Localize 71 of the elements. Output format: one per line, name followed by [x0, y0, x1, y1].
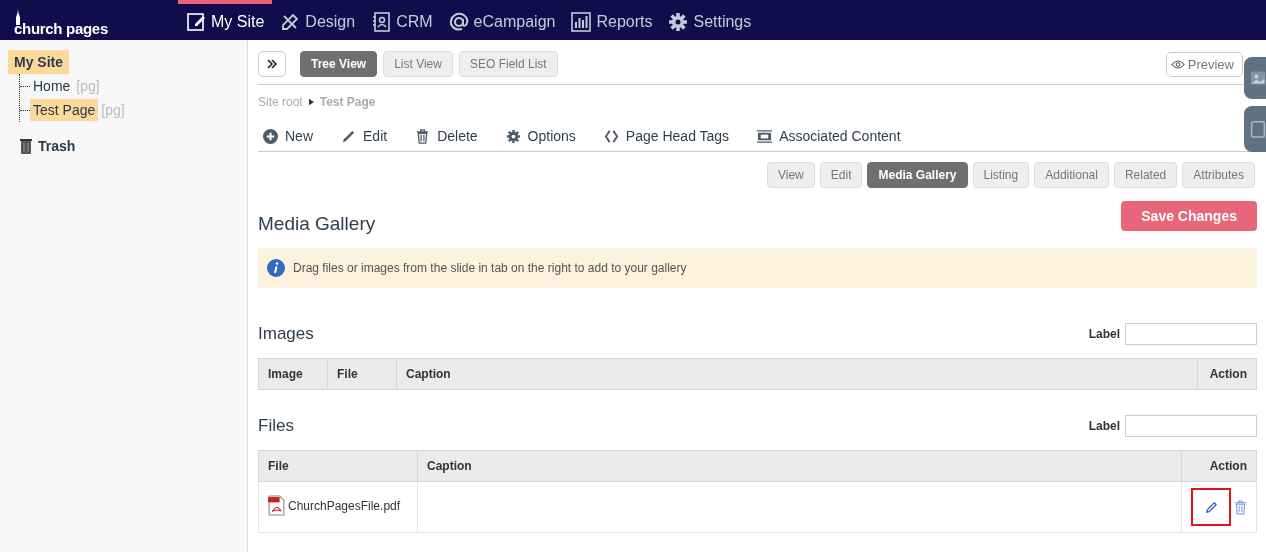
pdf-file-icon — [268, 495, 285, 516]
chevron-icon — [308, 98, 314, 106]
view-mode-tab[interactable]: Tree View — [300, 51, 378, 77]
bar-chart-icon — [571, 12, 592, 32]
toolbar-action[interactable]: Options — [505, 128, 576, 144]
slide-in-tab[interactable] — [1244, 106, 1266, 152]
page-section-tab[interactable]: Additional — [1034, 162, 1109, 188]
pencil-icon — [1204, 500, 1218, 514]
trash-can-icon — [20, 138, 32, 154]
view-mode-tab[interactable]: SEO Field List — [458, 51, 558, 77]
eye-icon — [1170, 59, 1185, 69]
notice-text: Drag files or images from the slide in tab on the right to add to your gallery — [293, 261, 687, 275]
toolbar-action[interactable]: Associated Content — [757, 128, 901, 144]
nav-tab[interactable]: eCampaign — [440, 0, 564, 40]
preview-button[interactable]: Preview — [1165, 51, 1243, 77]
page-section-tab[interactable]: Edit — [819, 162, 863, 188]
toolbar-action[interactable]: Delete — [415, 128, 478, 144]
column-header: Caption — [417, 450, 1182, 482]
code-brackets-icon — [603, 128, 619, 144]
at-sign-icon — [448, 12, 469, 32]
section-heading: Media Gallery — [258, 213, 376, 235]
image-icon — [1250, 70, 1266, 86]
trash-icon — [415, 128, 431, 144]
section-title: Images — [258, 324, 315, 344]
info-icon — [267, 259, 285, 277]
toolbar-action[interactable]: Page Head Tags — [603, 128, 730, 144]
page-section-tab[interactable]: Media Gallery — [867, 162, 968, 188]
slide-in-tab[interactable] — [1244, 57, 1266, 99]
nav-tab[interactable]: Reports — [563, 0, 661, 40]
toolbar-action[interactable]: New — [263, 128, 313, 144]
view-mode-tab[interactable]: List View — [383, 51, 453, 77]
plus-circle-icon — [263, 128, 278, 144]
nav-tab[interactable]: Settings — [660, 0, 760, 40]
brand-logo[interactable]: church pages — [0, 3, 178, 37]
contacts-icon — [371, 12, 392, 32]
field-label: Label — [1088, 419, 1120, 433]
nav-tab[interactable]: Design — [272, 0, 364, 40]
tree-item[interactable]: My Site — [8, 50, 69, 74]
page-type-tag: [pg] — [76, 78, 100, 94]
trash-item[interactable]: Trash — [38, 138, 76, 154]
settings-icon — [505, 128, 521, 144]
page-section-tab[interactable]: Attributes — [1182, 162, 1255, 188]
field-label: Label — [1088, 327, 1120, 341]
edit-button[interactable] — [1191, 488, 1231, 526]
breadcrumb-current: Test Page — [319, 95, 376, 109]
tree-item[interactable]: Test Page — [30, 99, 99, 121]
pencil-icon — [341, 128, 356, 144]
column-header: Image — [258, 358, 328, 390]
page-section-tab[interactable]: Related — [1113, 162, 1178, 188]
tree-item[interactable]: Home — [30, 75, 74, 97]
page-edit-icon — [186, 12, 206, 32]
section-title: Files — [258, 416, 295, 436]
settings-icon — [668, 12, 689, 32]
column-header: File — [258, 450, 418, 482]
double-chevron-icon — [266, 58, 278, 70]
label-input[interactable] — [1125, 323, 1257, 345]
nav-tab[interactable]: CRM — [363, 0, 441, 40]
toolbar-action[interactable]: Edit — [341, 128, 388, 144]
delete-icon[interactable] — [1234, 499, 1247, 515]
label-input[interactable] — [1125, 415, 1257, 437]
column-header: Action — [1197, 358, 1257, 390]
expand-button[interactable] — [258, 51, 286, 77]
pencil-ruler-icon — [280, 12, 301, 32]
page-section-tab[interactable]: View — [767, 162, 815, 188]
column-header: File — [327, 358, 397, 390]
page-section-tab[interactable]: Listing — [972, 162, 1030, 188]
content-block-icon — [757, 128, 773, 144]
page-type-tag: [pg] — [101, 102, 125, 118]
column-header: Caption — [396, 358, 1198, 390]
panel-icon — [1250, 118, 1266, 140]
column-header: Action — [1181, 450, 1257, 482]
